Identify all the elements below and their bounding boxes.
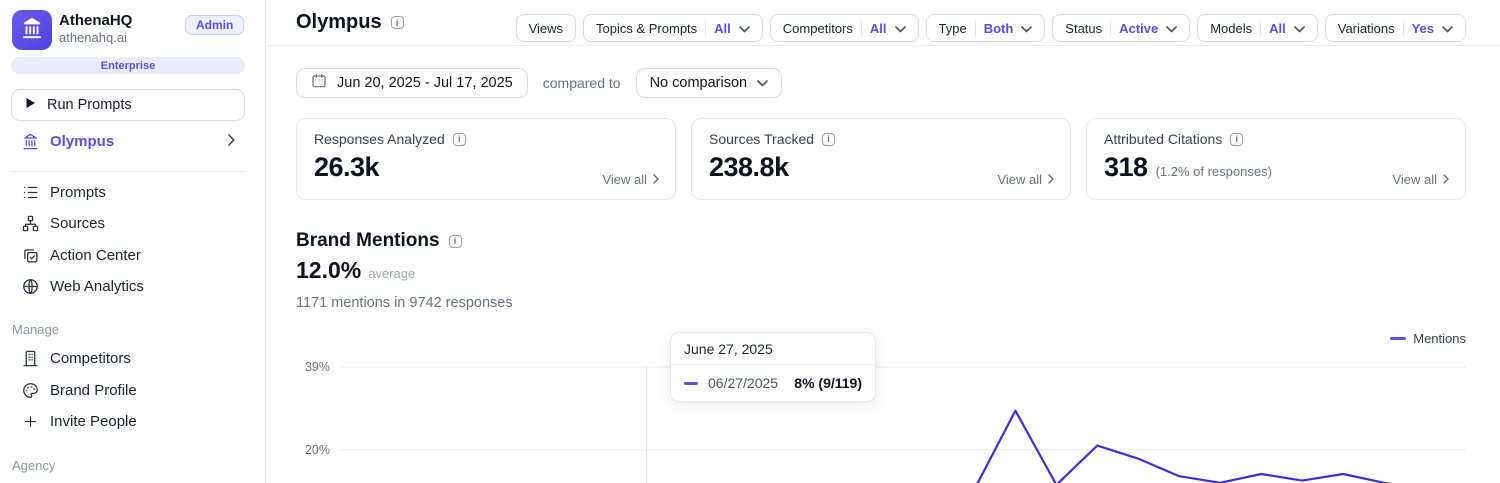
sidebar-item-action-center[interactable]: Action Center bbox=[11, 240, 245, 270]
play-icon bbox=[25, 97, 36, 113]
palette-icon bbox=[21, 382, 39, 399]
stat-cards: Responses Analyzed 26.3k View all Source… bbox=[296, 118, 1466, 200]
info-icon[interactable] bbox=[448, 234, 462, 248]
stat-value: 26.3k bbox=[314, 152, 380, 182]
mentions-summary: 1171 mentions in 9742 responses bbox=[296, 295, 513, 311]
chevron-down-icon bbox=[738, 21, 750, 36]
filter-models[interactable]: Models All bbox=[1197, 14, 1318, 42]
main-content: Olympus Views Topics & Prompts All Compe… bbox=[267, 0, 1500, 483]
chevron-right-icon bbox=[1443, 172, 1449, 187]
stat-suffix: (1.2% of responses) bbox=[1155, 164, 1272, 179]
tasks-check-icon bbox=[21, 247, 39, 264]
building-icon bbox=[21, 350, 39, 367]
sidebar-item-sources[interactable]: Sources bbox=[11, 208, 245, 238]
chevron-down-icon bbox=[1293, 21, 1305, 36]
info-icon[interactable] bbox=[1230, 132, 1244, 146]
series-dash-icon bbox=[684, 381, 698, 385]
views-button[interactable]: Views bbox=[515, 14, 577, 42]
run-prompts-button[interactable]: Run Prompts bbox=[11, 89, 245, 121]
filter-topics-prompts[interactable]: Topics & Prompts All bbox=[583, 14, 763, 42]
date-range-picker[interactable]: Jun 20, 2025 - Jul 17, 2025 bbox=[296, 68, 528, 98]
filter-type[interactable]: Type Both bbox=[925, 14, 1046, 42]
average-row: 12.0% average bbox=[296, 257, 415, 284]
sidebar-item-prompts[interactable]: Prompts bbox=[11, 177, 245, 207]
stat-value: 318 bbox=[1104, 152, 1148, 182]
chevron-right-icon bbox=[1048, 172, 1054, 187]
sidebar-divider bbox=[11, 171, 245, 172]
comparison-select[interactable]: No comparison bbox=[635, 68, 783, 98]
plus-icon bbox=[21, 414, 39, 429]
info-icon[interactable] bbox=[452, 132, 466, 146]
legend-dash-icon bbox=[1390, 337, 1407, 340]
chevron-down-icon bbox=[1021, 21, 1033, 36]
sidebar-item-olympus[interactable]: Olympus bbox=[11, 126, 245, 156]
card-sources-tracked: Sources Tracked 238.8k View all bbox=[691, 118, 1071, 200]
tooltip-date: June 27, 2025 bbox=[671, 333, 875, 365]
chevron-down-icon bbox=[1166, 21, 1177, 36]
info-icon[interactable] bbox=[822, 132, 836, 146]
chart-tooltip: June 27, 2025 06/27/2025 8% (9/119) bbox=[670, 332, 876, 402]
tooltip-value: 8% (9/119) bbox=[794, 375, 862, 391]
card-responses-analyzed: Responses Analyzed 26.3k View all bbox=[296, 118, 676, 200]
chart-legend-mentions[interactable]: Mentions bbox=[1390, 331, 1466, 346]
page-title: Olympus bbox=[296, 11, 404, 34]
average-label: average bbox=[368, 266, 416, 281]
brand-mentions-title: Brand Mentions bbox=[296, 230, 462, 252]
globe-icon bbox=[21, 278, 39, 295]
landmark-icon bbox=[21, 133, 39, 150]
tooltip-series-label: 06/27/2025 bbox=[708, 375, 779, 391]
view-all-link[interactable]: View all bbox=[997, 172, 1054, 187]
tooltip-row: 06/27/2025 8% (9/119) bbox=[671, 365, 875, 401]
sidebar-item-competitors[interactable]: Competitors bbox=[11, 343, 245, 373]
app-window: AthenaHQ athenahq.ai Admin Enterprise Ru… bbox=[0, 0, 1500, 483]
agency-section-heading: Agency bbox=[12, 458, 56, 473]
list-icon bbox=[21, 184, 39, 201]
stat-value: 238.8k bbox=[709, 152, 789, 182]
sidebar-item-brand-profile[interactable]: Brand Profile bbox=[11, 375, 245, 405]
brand-domain: athenahq.ai bbox=[59, 30, 127, 45]
filter-status[interactable]: Status Active bbox=[1052, 14, 1191, 42]
filter-competitors[interactable]: Competitors All bbox=[769, 14, 919, 42]
chevron-right-icon bbox=[653, 172, 659, 187]
sidebar-item-web-analytics[interactable]: Web Analytics bbox=[11, 271, 245, 301]
view-all-link[interactable]: View all bbox=[1392, 172, 1449, 187]
compared-to-label: compared to bbox=[542, 75, 621, 91]
chevron-down-icon bbox=[894, 21, 906, 36]
calendar-icon bbox=[311, 73, 327, 93]
sidebar: AthenaHQ athenahq.ai Admin Enterprise Ru… bbox=[0, 0, 266, 483]
manage-section-heading: Manage bbox=[12, 322, 59, 337]
info-icon[interactable] bbox=[390, 16, 404, 29]
admin-badge: Admin bbox=[185, 15, 245, 35]
date-toolbar: Jun 20, 2025 - Jul 17, 2025 compared to … bbox=[296, 68, 783, 98]
chevron-down-icon bbox=[757, 75, 768, 91]
view-all-link[interactable]: View all bbox=[602, 172, 659, 187]
chevron-down-icon bbox=[1442, 21, 1453, 36]
filter-bar: Views Topics & Prompts All Competitors A… bbox=[515, 14, 1466, 42]
y-axis-tick: 39% bbox=[304, 360, 330, 374]
landmark-icon bbox=[21, 17, 43, 44]
chevron-right-icon bbox=[228, 133, 235, 150]
card-attributed-citations: Attributed Citations 318 (1.2% of respon… bbox=[1086, 118, 1466, 200]
y-axis-tick: 20% bbox=[304, 443, 330, 457]
filter-variations[interactable]: Variations Yes bbox=[1324, 14, 1466, 42]
average-value: 12.0% bbox=[296, 257, 362, 283]
plan-badge: Enterprise bbox=[11, 57, 245, 74]
brand-name: AthenaHQ bbox=[59, 12, 133, 29]
sidebar-item-invite-people[interactable]: Invite People bbox=[11, 406, 245, 436]
brand-logo bbox=[12, 10, 52, 50]
network-icon bbox=[21, 215, 39, 232]
